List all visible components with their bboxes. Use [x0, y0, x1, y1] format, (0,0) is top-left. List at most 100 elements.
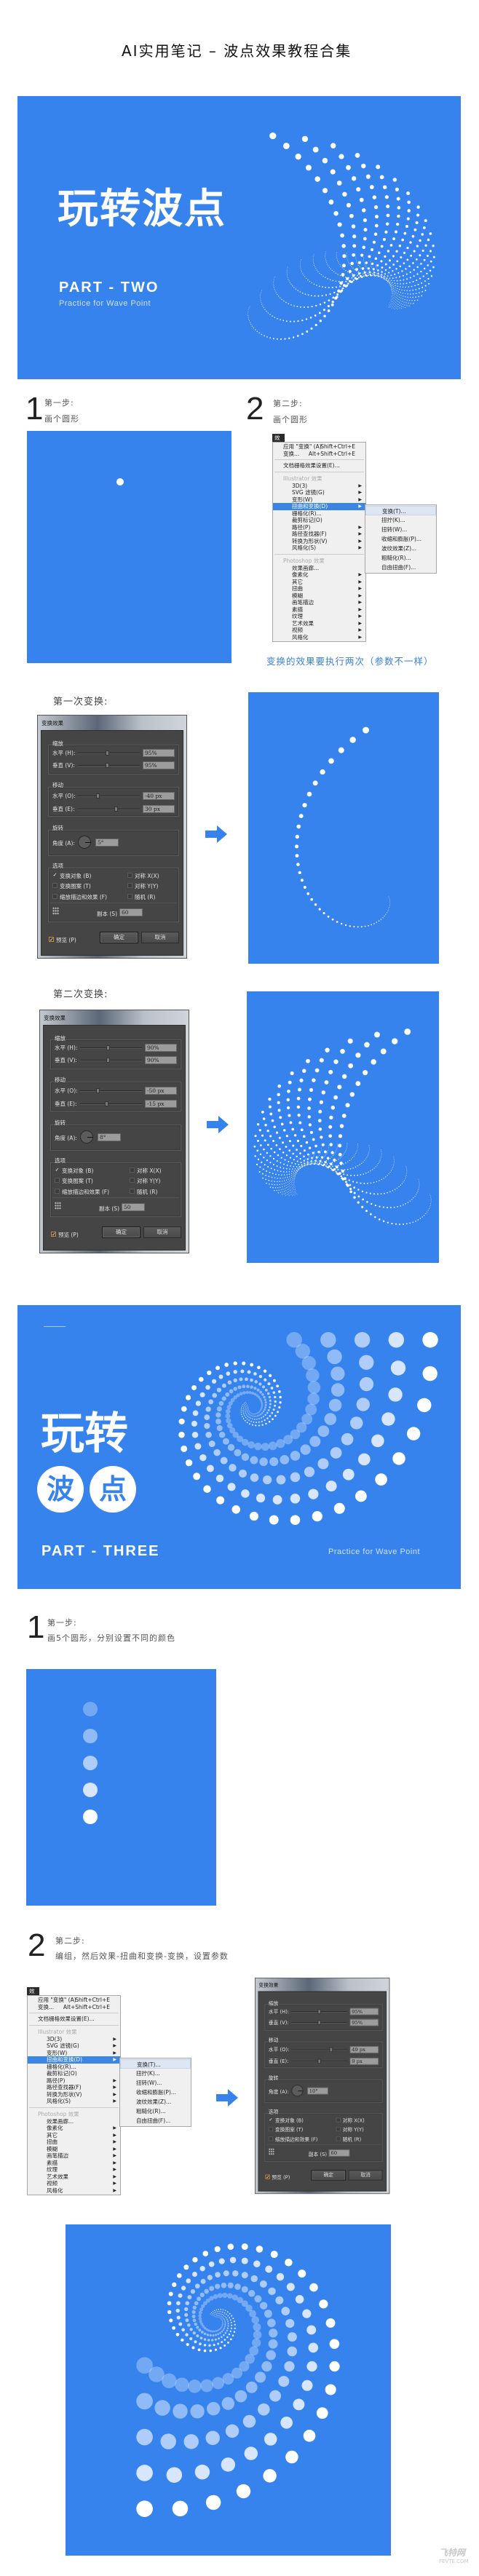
slider-h-scale[interactable]	[291, 2009, 347, 2014]
input-h-move[interactable]: -50 px	[145, 1087, 177, 1095]
slider-thumb[interactable]	[95, 1088, 100, 1093]
menu-item[interactable]: 路径查找器(F) ▶	[28, 2084, 120, 2091]
slider-thumb[interactable]	[317, 2009, 321, 2014]
submenu-item[interactable]: 收缩和膨胀(P)...	[120, 2088, 191, 2097]
menu-item[interactable]: 纹理 ▶	[273, 613, 365, 620]
submenu-item[interactable]: 自由扭曲(F)...	[120, 2116, 191, 2125]
slider-thumb[interactable]	[95, 793, 100, 798]
angle-dial[interactable]	[80, 1130, 93, 1144]
menu-item[interactable]: 扭曲和变换(D) ▶	[28, 2056, 120, 2064]
submenu-item[interactable]: 收缩和膨胀(P)...	[365, 534, 436, 544]
submenu-item[interactable]: 变换(T)...	[120, 2059, 191, 2069]
menu-item[interactable]: 效果画廊...	[28, 2118, 120, 2125]
menu-item[interactable]: 变形(W) ▶	[28, 2050, 120, 2057]
input-h-scale[interactable]: 95%	[349, 2008, 379, 2016]
menu-item[interactable]: 栅格化(R)...	[28, 2064, 120, 2071]
cancel-button[interactable]: 取消	[143, 1226, 181, 1238]
slider-thumb[interactable]	[317, 2020, 321, 2025]
input-v-scale[interactable]: 90%	[145, 1056, 177, 1064]
menu-item[interactable]: 风格化 ▶	[273, 634, 365, 641]
input-v-move[interactable]: 30 px	[143, 805, 175, 813]
input-h-scale[interactable]: 90%	[145, 1044, 177, 1052]
input-v-move[interactable]: -15 px	[145, 1100, 177, 1108]
menu-item[interactable]: 转换为形状(V) ▶	[273, 538, 365, 545]
slider-thumb[interactable]	[106, 1045, 110, 1050]
slider-h-scale[interactable]	[80, 1045, 142, 1050]
menu-item[interactable]: 3D(3) ▶	[273, 483, 365, 490]
submenu-item[interactable]: 扭转(W)...	[120, 2078, 191, 2088]
ok-button[interactable]: 确定	[102, 1226, 140, 1238]
menu-item[interactable]: 变换... Alt+Shift+Ctrl+E	[28, 2004, 120, 2011]
reference-point-icon[interactable]	[268, 2148, 274, 2155]
slider-h-move[interactable]	[291, 2047, 347, 2053]
menu-item[interactable]: 风格化(S) ▶	[28, 2098, 120, 2105]
checkbox-opt-y[interactable]	[336, 2126, 341, 2132]
menu-item[interactable]: 变换... Alt+Shift+Ctrl+E	[273, 451, 365, 458]
menu-item[interactable]: 艺术效果 ▶	[28, 2173, 120, 2181]
menu-item[interactable]: 视频 ▶	[273, 627, 365, 634]
slider-v-scale[interactable]	[78, 763, 140, 768]
slider-thumb[interactable]	[329, 2047, 333, 2053]
menu-item[interactable]: SVG 滤镜(G) ▶	[273, 489, 365, 496]
menu-item[interactable]: 应用 "变换" (A) Shift+Ctrl+E	[28, 1997, 120, 2004]
input-v-move[interactable]: 9 px	[349, 2057, 379, 2065]
checkbox-opt-pat[interactable]	[55, 1178, 60, 1183]
submenu-item[interactable]: 粗糙化(R)...	[365, 553, 436, 563]
slider-v-scale[interactable]	[291, 2020, 347, 2025]
submenu-item[interactable]: 波纹效果(Z)...	[120, 2097, 191, 2107]
checkbox-opt-y[interactable]	[127, 883, 132, 888]
menu-item[interactable]: 3D(3) ▶	[28, 2036, 120, 2043]
checkbox-preview[interactable]: ✓	[265, 2174, 270, 2179]
menu-item[interactable]: 像素化 ▶	[28, 2125, 120, 2132]
reference-point-icon[interactable]	[55, 1202, 61, 1210]
checkbox-opt-x[interactable]	[127, 873, 132, 878]
slider-thumb[interactable]	[114, 807, 119, 812]
submenu-item[interactable]: 扭拧(K)...	[365, 515, 436, 525]
transform-effect-dialog[interactable]: 变换效果 缩放 移动 旋转 选项 水平 (H): 95% 垂直 (V): 95% 水平 (O): 4…	[255, 1978, 390, 2195]
menu-item[interactable]: 文档栅格效果设置(E)...	[28, 2016, 120, 2023]
reference-point-icon[interactable]	[52, 907, 59, 915]
submenu-item[interactable]: 粗糙化(R)...	[120, 2107, 191, 2116]
slider-v-move[interactable]	[78, 807, 140, 812]
menu-item[interactable]: 变形(W) ▶	[273, 496, 365, 504]
slider-thumb[interactable]	[104, 1101, 108, 1106]
input-copies[interactable]: 60	[119, 908, 143, 916]
menu-item[interactable]: 风格化(S) ▶	[273, 544, 365, 552]
input-h-move[interactable]: -40 px	[143, 792, 175, 800]
checkbox-opt-rand[interactable]	[127, 894, 132, 899]
checkbox-opt-rand[interactable]	[336, 2136, 341, 2141]
menu-item[interactable]: 文档栅格效果设置(E)...	[273, 462, 365, 469]
checkbox-opt-pat[interactable]	[268, 2126, 274, 2132]
menu-item[interactable]: 裁剪标记(O)	[28, 2070, 120, 2077]
menu-item[interactable]: 转换为形状(V) ▶	[28, 2091, 120, 2099]
menu-tab-effect[interactable]: 效果(C)	[27, 1987, 40, 2008]
menu-item[interactable]: 模糊 ▶	[28, 2146, 120, 2153]
input-h-scale[interactable]: 95%	[143, 749, 175, 757]
menu-item[interactable]: 风格化 ▶	[28, 2187, 120, 2195]
menu-item[interactable]: 裁剪标记(O)	[273, 517, 365, 524]
submenu-item[interactable]: 变换(T)...	[365, 506, 436, 515]
menu-item[interactable]: 像素化 ▶	[273, 571, 365, 579]
menu-item[interactable]: 视频 ▶	[28, 2180, 120, 2187]
menu-item[interactable]: 其它 ▶	[273, 579, 365, 586]
menu-item[interactable]: 扭曲 ▶	[273, 585, 365, 593]
slider-v-scale[interactable]	[80, 1058, 142, 1063]
submenu-item[interactable]: 波纹效果(Z)...	[365, 544, 436, 553]
checkbox-opt-y[interactable]	[130, 1178, 135, 1183]
checkbox-opt-x[interactable]	[130, 1168, 135, 1173]
checkbox-opt-obj[interactable]: ✓	[269, 2117, 273, 2122]
slider-thumb[interactable]	[105, 750, 109, 756]
menu-item[interactable]: 扭曲 ▶	[28, 2139, 120, 2146]
slider-v-move[interactable]	[80, 1101, 142, 1106]
ok-button[interactable]: 确定	[311, 2170, 347, 2181]
menu-item[interactable]: 纹理 ▶	[28, 2166, 120, 2173]
slider-h-move[interactable]	[78, 793, 140, 798]
menu-tab-effect[interactable]: 效果(C)	[272, 434, 285, 454]
menu-item[interactable]: 艺术效果 ▶	[273, 620, 365, 627]
checkbox-opt-stroke[interactable]	[52, 894, 58, 899]
menu-item[interactable]: 其它 ▶	[28, 2132, 120, 2139]
checkbox-preview[interactable]: ✓	[49, 937, 54, 943]
menu-item[interactable]: 栅格化(R)...	[273, 510, 365, 518]
transform-effect-dialog[interactable]: 变换效果 缩放 移动 旋转 选项 水平 (H): 95% 垂直 (V): 95% 水平 (O): -…	[37, 715, 187, 959]
menu-item[interactable]: 素描 ▶	[273, 606, 365, 614]
